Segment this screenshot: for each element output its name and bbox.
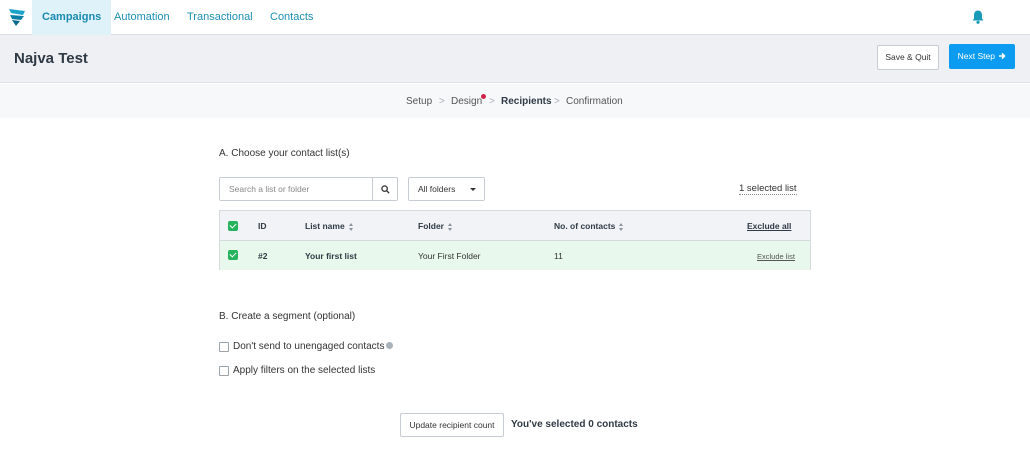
next-step-button[interactable]: Next Step	[949, 44, 1015, 69]
page-title: Najva Test	[14, 50, 88, 67]
apply-filters-label: Apply filters on the selected lists	[233, 365, 376, 376]
search-input[interactable]	[220, 178, 372, 200]
step-setup[interactable]: Setup	[406, 96, 432, 107]
sort-icon	[447, 222, 453, 231]
step-recipients[interactable]: Recipients	[501, 96, 552, 107]
row-folder: Your First Folder	[418, 251, 481, 261]
campaign-stepper: Setup > Design > Recipients > Confirmati…	[0, 84, 1030, 118]
unengaged-contacts-checkbox[interactable]	[219, 342, 229, 352]
folder-filter-value: All folders	[418, 184, 456, 194]
step-separator: >	[489, 96, 495, 107]
row-id: #2	[258, 251, 268, 261]
unengaged-contacts-label: Don't send to unengaged contacts	[233, 341, 385, 352]
row-list-name: Your first list	[305, 251, 357, 261]
folder-filter-select[interactable]: All folders	[408, 177, 485, 201]
selected-list-count[interactable]: 1 selected list	[739, 183, 797, 195]
header-list-name[interactable]: List name	[305, 221, 354, 231]
sort-icon	[348, 222, 354, 231]
step-separator: >	[439, 96, 445, 107]
header-list-name-label: List name	[305, 221, 345, 231]
section-b-title: B. Create a segment (optional)	[219, 311, 356, 322]
save-quit-button[interactable]: Save & Quit	[877, 45, 939, 70]
contact-list-table: ID List name Folder No. of contacts Excl…	[219, 210, 811, 270]
unengaged-contacts-option: Don't send to unengaged contacts	[233, 341, 394, 352]
exclude-list-link[interactable]: Exclude list	[757, 252, 795, 261]
row-checkbox[interactable]	[228, 250, 238, 260]
chevron-down-icon	[470, 188, 476, 191]
section-a-title: A. Choose your contact list(s)	[219, 148, 350, 159]
row-contact-count: 11	[554, 251, 563, 261]
table-row[interactable]: #2 Your first list Your First Folder 11 …	[220, 241, 810, 270]
header-id: ID	[258, 221, 267, 231]
info-icon[interactable]	[386, 341, 394, 349]
header-contacts-label: No. of contacts	[554, 221, 616, 231]
top-nav: Campaigns Automation Transactional Conta…	[0, 0, 1030, 35]
search-button[interactable]	[372, 178, 397, 200]
step-confirmation[interactable]: Confirmation	[566, 96, 623, 107]
design-alert-dot	[481, 94, 486, 99]
update-recipient-count-button[interactable]: Update recipient count	[400, 413, 504, 437]
next-step-label: Next Step	[957, 51, 995, 61]
tab-contacts[interactable]: Contacts	[260, 0, 323, 35]
arrow-right-icon	[999, 52, 1006, 60]
tab-automation[interactable]: Automation	[104, 0, 180, 35]
header-folder[interactable]: Folder	[418, 221, 453, 231]
list-search	[219, 177, 398, 201]
campaign-header: Najva Test Save & Quit Next Step	[0, 35, 1030, 83]
header-folder-label: Folder	[418, 221, 444, 231]
sort-icon	[619, 222, 624, 231]
brand-logo-icon[interactable]	[7, 7, 27, 27]
bell-icon[interactable]	[970, 9, 986, 25]
search-icon	[380, 184, 390, 194]
step-design[interactable]: Design	[451, 96, 482, 107]
exclude-all-link[interactable]: Exclude all	[747, 221, 791, 231]
apply-filters-checkbox[interactable]	[219, 366, 229, 376]
select-all-checkbox[interactable]	[228, 221, 238, 231]
tab-campaigns[interactable]: Campaigns	[32, 0, 112, 35]
step-separator: >	[554, 96, 560, 107]
tab-transactional[interactable]: Transactional	[177, 0, 263, 35]
header-contacts[interactable]: No. of contacts	[554, 221, 624, 231]
recipient-count-text: You've selected 0 contacts	[511, 419, 638, 430]
table-header: ID List name Folder No. of contacts Excl…	[220, 211, 810, 241]
